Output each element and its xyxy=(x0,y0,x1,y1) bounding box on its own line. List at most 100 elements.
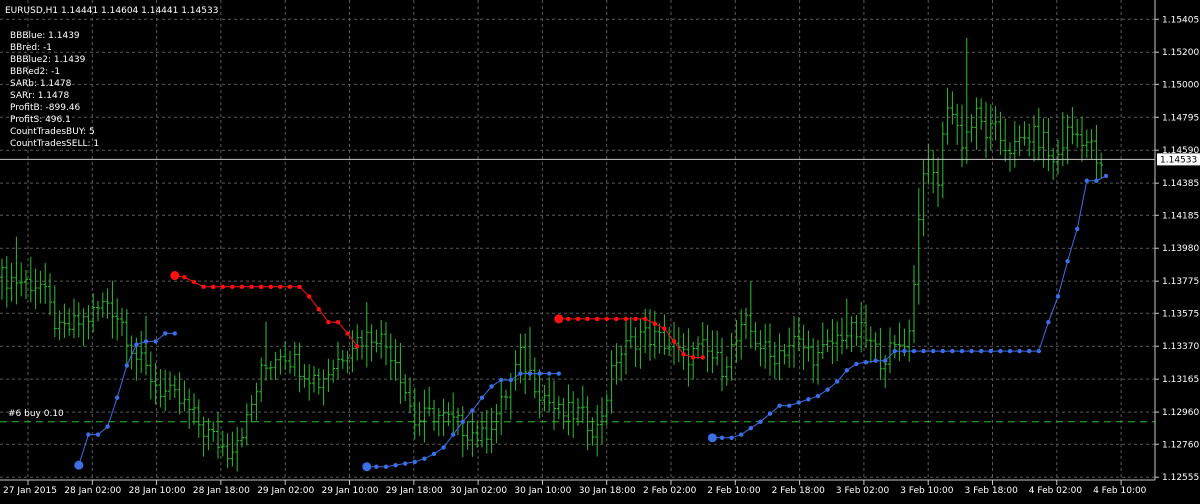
sar-buy-dot xyxy=(707,433,717,443)
sar-buy-dot xyxy=(787,403,792,408)
sar-buy-dot xyxy=(998,348,1003,354)
x-tick-label: 2 Feb 02:00 xyxy=(643,486,697,496)
sar-buy-dot xyxy=(479,395,485,400)
sar-sell-dot xyxy=(268,284,273,289)
y-tick-label: 1.13980 xyxy=(1162,244,1199,254)
sar-sell-dot xyxy=(182,274,187,280)
sar-sell-dot xyxy=(220,284,225,289)
sar-sell-dot xyxy=(554,314,564,324)
indicator-bbblue2: BBBlue2: 1.1439 xyxy=(10,55,86,65)
sar-buy-dot xyxy=(931,348,936,354)
sar-buy-dot xyxy=(86,432,91,437)
x-tick-label: 28 Jan 02:00 xyxy=(64,486,121,496)
y-tick-label: 1.13775 xyxy=(1162,277,1199,287)
sar-buy-dot xyxy=(1103,173,1109,179)
sar-buy-dot xyxy=(460,419,465,424)
y-tick-label: 1.15405 xyxy=(1162,15,1199,25)
sar-buy-dot xyxy=(134,342,139,347)
sar-buy-dot xyxy=(115,395,120,400)
sar-buy-dot xyxy=(844,368,849,373)
y-tick-label: 1.12555 xyxy=(1162,473,1199,483)
sar-buy-dot xyxy=(883,358,888,363)
sar-buy-dot xyxy=(143,339,149,344)
sar-sell-dot xyxy=(575,316,581,322)
indicator-bbred: BBred: -1 xyxy=(10,43,52,53)
sar-sell-dot xyxy=(595,316,600,322)
sar-sell-dot xyxy=(249,284,254,289)
price-axis[interactable]: 1.154051.152001.150001.147951.145901.143… xyxy=(1155,15,1199,483)
y-tick-label: 1.15200 xyxy=(1162,48,1199,58)
x-tick-label: 30 Jan 18:00 xyxy=(579,486,636,496)
sar-sell-dot xyxy=(201,284,206,289)
sar-buy-dot xyxy=(441,445,446,450)
sar-buy-dot xyxy=(950,348,955,354)
indicator-profitb: ProfitB: -899.46 xyxy=(10,103,81,113)
x-tick-label: 4 Feb 10:00 xyxy=(1093,486,1147,496)
sar-buy-dot xyxy=(1065,258,1070,264)
current-price-tag: 1.14533 xyxy=(1157,153,1200,166)
sar-sell-dot xyxy=(604,316,609,322)
sar-sell-dot xyxy=(278,284,283,289)
sar-buy-dot xyxy=(547,371,552,376)
current-price-tag-text: 1.14533 xyxy=(1160,155,1197,165)
sar-buy-dot xyxy=(431,451,437,457)
x-tick-label: 29 Jan 02:00 xyxy=(257,486,314,496)
y-tick-label: 1.14385 xyxy=(1162,179,1199,189)
sar-sell-dot xyxy=(643,316,648,322)
sar-sell-dot xyxy=(614,316,619,322)
sar-buy-dot xyxy=(1036,348,1042,354)
indicator-sarb: SARb: 1.1478 xyxy=(10,79,72,89)
sar-buy-dot xyxy=(911,348,917,354)
sar-buy-dot xyxy=(796,400,801,405)
indicator-bbblue: BBBlue: 1.1439 xyxy=(10,31,80,41)
sar-buy-dot xyxy=(1094,178,1099,183)
sar-buy-dot xyxy=(1084,178,1090,183)
sar-sell-dot xyxy=(671,339,677,344)
sar-buy-dot xyxy=(873,358,878,363)
x-tick-label: 29 Jan 18:00 xyxy=(386,486,443,496)
sar-buy-dot xyxy=(719,435,725,441)
sar-buy-dot xyxy=(527,371,533,376)
sar-buy-dot xyxy=(412,459,417,465)
sar-sell-dot xyxy=(355,344,360,349)
sar-buy-dot xyxy=(777,403,782,408)
sar-sell-dot xyxy=(239,284,245,289)
x-tick-label: 4 Feb 02:00 xyxy=(1029,486,1083,496)
y-tick-label: 1.12760 xyxy=(1162,440,1199,450)
sar-buy-dot xyxy=(1046,319,1051,325)
sar-buy-dot xyxy=(95,432,101,437)
x-tick-label: 30 Jan 02:00 xyxy=(450,486,507,496)
sar-buy-dot xyxy=(959,348,965,354)
sar-sell-dot xyxy=(297,284,302,289)
y-tick-label: 1.12960 xyxy=(1162,408,1199,418)
sar-buy-dot xyxy=(499,377,504,383)
sar-buy-dot xyxy=(835,379,840,384)
x-tick-label: 2 Feb 18:00 xyxy=(772,486,826,496)
sar-buy-dot xyxy=(748,425,753,431)
indicator-profits: ProfitS: 496.1 xyxy=(10,115,71,125)
sar-sell-dot xyxy=(230,284,235,289)
sar-sell-dot xyxy=(316,307,321,312)
price-chart-svg[interactable]: #6 buy 0.10 1.15405 1.15200 1.15000 1.14795… xyxy=(0,0,1200,500)
sar-buy-dot xyxy=(374,464,379,469)
sar-buy-dot xyxy=(518,371,523,376)
trading-chart[interactable]: #6 buy 0.10 1.15405 1.15200 1.15000 1.14795… xyxy=(0,0,1200,500)
sar-buy-dot xyxy=(969,348,974,354)
x-tick-label: 3 Feb 18:00 xyxy=(965,486,1019,496)
x-tick-label: 2 Feb 10:00 xyxy=(707,486,761,496)
x-tick-label: 30 Jan 10:00 xyxy=(514,486,571,496)
sar-sell-dot xyxy=(585,316,590,322)
sar-buy-dot xyxy=(892,348,897,354)
sar-buy-dot xyxy=(393,462,398,468)
sar-sell-dot xyxy=(259,284,264,289)
indicator-count-buy: CountTradesBUY: 5 xyxy=(10,127,95,137)
sar-sell-dot xyxy=(691,355,696,360)
sar-sell-dot xyxy=(211,284,216,289)
sar-buy-dot xyxy=(383,464,389,469)
indicator-count-sell: CountTradesSELL: 1 xyxy=(10,139,99,149)
y-tick-label: 1.14185 xyxy=(1162,211,1199,221)
sar-buy-dot xyxy=(489,384,494,389)
sar-buy-dot xyxy=(1075,226,1080,232)
symbol-header: EURUSD,H1 1.14441 1.14604 1.14441 1.1453… xyxy=(5,6,218,16)
sar-sell-dot xyxy=(566,316,571,322)
